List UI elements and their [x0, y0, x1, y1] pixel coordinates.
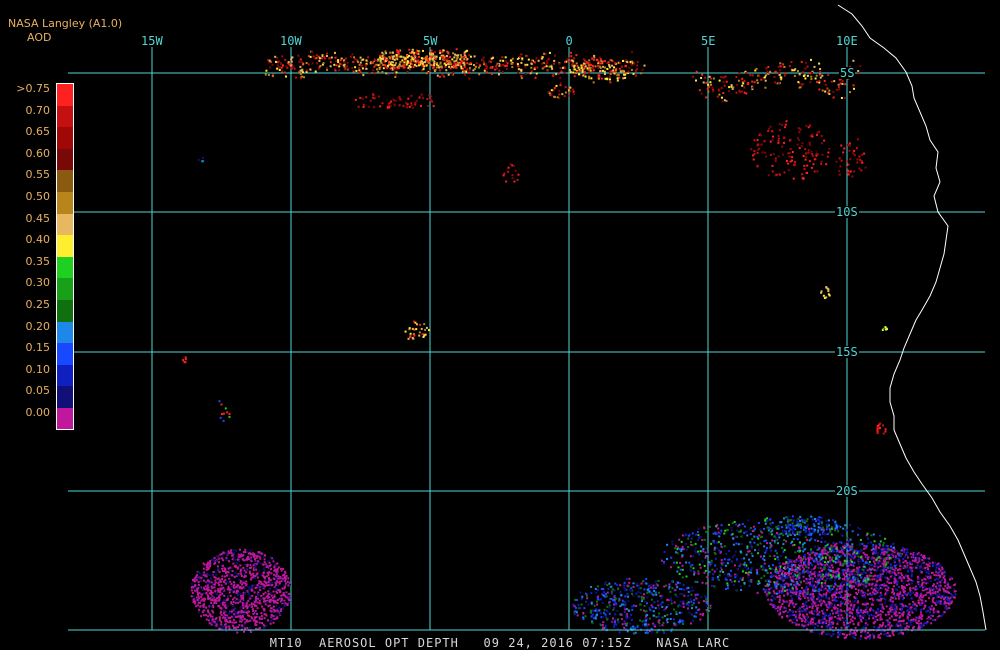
legend-swatch	[57, 127, 74, 150]
legend-swatch	[57, 105, 74, 128]
legend-swatch	[57, 278, 74, 301]
legend-label: 0.55	[25, 168, 51, 182]
product-subtitle: AOD	[27, 31, 52, 44]
legend-label: 0.65	[25, 125, 51, 139]
legend-swatch	[57, 170, 74, 193]
longitude-label: 15W	[140, 34, 164, 48]
longitude-label: 0	[564, 34, 574, 48]
legend-swatch	[57, 192, 74, 215]
product-title: NASA Langley (A1.0)	[8, 17, 123, 30]
legend-label: 0.15	[25, 341, 51, 355]
legend-label: 0.30	[25, 276, 51, 290]
longitude-label: 10W	[279, 34, 303, 48]
africa-coastline	[837, 4, 987, 631]
legend-swatch	[57, 321, 74, 344]
longitude-label: 5W	[422, 34, 439, 48]
legend-swatch	[57, 408, 74, 431]
legend-label: 0.00	[25, 406, 51, 419]
footer-caption: MT10 AEROSOL OPT DEPTH 09 24, 2016 07:15…	[269, 636, 731, 650]
legend-label: 0.10	[25, 362, 51, 376]
legend-label: 0.50	[25, 190, 51, 203]
legend-swatch	[57, 343, 74, 366]
legend-label: 0.35	[25, 254, 51, 268]
latitude-label: 10S	[835, 205, 859, 219]
legend-label: 0.40	[25, 233, 51, 247]
legend-label: 0.70	[25, 103, 51, 117]
legend-swatch	[57, 386, 74, 409]
latitude-label: 5S	[839, 66, 856, 80]
legend-swatch	[57, 300, 74, 323]
legend-label: 0.05	[25, 384, 51, 398]
longitude-label: 5E	[700, 34, 717, 48]
legend-label: 0.20	[25, 319, 51, 333]
legend-swatch	[57, 364, 74, 387]
legend-swatch	[57, 213, 74, 236]
longitude-label: 10E	[835, 34, 859, 48]
legend-swatch	[57, 148, 74, 171]
aod-map	[68, 4, 987, 640]
latitude-label: 15S	[835, 345, 859, 359]
legend-swatch	[57, 235, 74, 258]
legend-label: 0.25	[25, 298, 51, 311]
legend-label: >0.75	[16, 82, 50, 95]
legend-label: 0.45	[25, 211, 51, 225]
legend-label: 0.60	[25, 146, 51, 160]
legend-swatch	[57, 256, 74, 279]
legend-swatch	[57, 84, 74, 107]
latitude-label: 20S	[835, 484, 859, 498]
